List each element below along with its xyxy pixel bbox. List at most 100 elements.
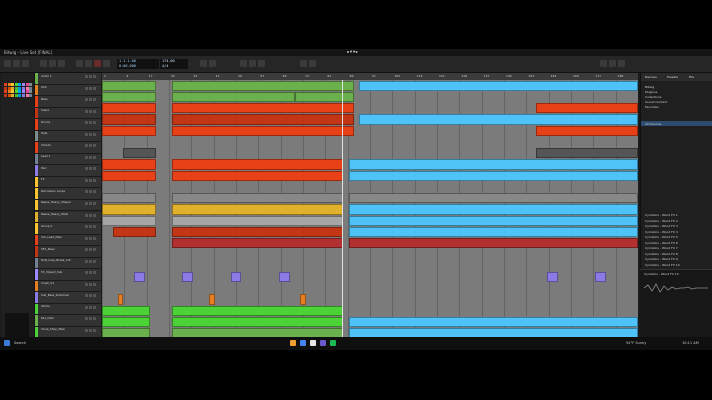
solo-button[interactable] (89, 201, 92, 205)
arm-button[interactable] (93, 144, 96, 148)
arrangement-clip[interactable] (348, 204, 638, 215)
solo-button[interactable] (89, 317, 92, 321)
tool-pencil-icon[interactable] (49, 60, 56, 67)
arrangement-clip[interactable] (171, 305, 344, 316)
arrangement-clip[interactable] (230, 271, 242, 282)
arrangement-clip[interactable] (171, 193, 344, 204)
arrangement-clip[interactable] (300, 294, 306, 305)
arrangement-clip[interactable] (118, 294, 124, 305)
stop-button[interactable] (85, 60, 92, 67)
mute-button[interactable] (85, 213, 88, 217)
arrangement-clip[interactable] (102, 316, 151, 327)
arrangement-area[interactable]: 1 9 17 25 33 41 49 57 65 73 81 89 97 105 113 121 129 137 1… (102, 73, 638, 350)
solo-button[interactable] (89, 328, 92, 332)
color-swatch[interactable] (29, 93, 33, 97)
arm-button[interactable] (93, 225, 96, 229)
mute-button[interactable] (85, 271, 88, 275)
track-header[interactable]: Kick (35, 84, 101, 97)
arm-button[interactable] (93, 190, 96, 194)
mute-button[interactable] (85, 282, 88, 286)
arm-button[interactable] (93, 259, 96, 263)
arrangement-clip[interactable] (102, 193, 156, 204)
tool-pointer-icon[interactable] (40, 60, 47, 67)
solo-button[interactable] (89, 144, 92, 148)
mute-button[interactable] (85, 167, 88, 171)
track-header[interactable]: SFX_Riser (35, 246, 101, 258)
color-swatch[interactable] (25, 86, 29, 90)
color-swatch[interactable] (14, 90, 18, 94)
mute-button[interactable] (85, 121, 88, 125)
color-swatch[interactable] (4, 90, 7, 94)
arm-button[interactable] (93, 236, 96, 240)
timeline-ruler[interactable]: 1 9 17 25 33 41 49 57 65 73 81 89 97 105 113 121 129 137 1… (102, 73, 638, 80)
solo-button[interactable] (89, 294, 92, 298)
arranger-view-icon[interactable] (240, 60, 247, 67)
solo-button[interactable] (89, 271, 92, 275)
arrangement-clip[interactable] (595, 271, 606, 282)
solo-button[interactable] (89, 109, 92, 113)
snap-icon[interactable] (300, 60, 307, 67)
arrangement-clip[interactable] (171, 316, 344, 327)
track-header[interactable]: DnB_Loop_Break_Cut (35, 257, 101, 270)
mute-button[interactable] (85, 86, 88, 90)
mute-button[interactable] (85, 317, 88, 321)
track-header[interactable]: Reese_Heavy_Wide (35, 211, 101, 224)
browser-result-item[interactable]: Cymatics - Wood FX 7 (645, 246, 678, 250)
track-header[interactable]: FX_Impact_Sub (35, 269, 101, 281)
arrangement-clip[interactable] (171, 91, 295, 102)
track-header[interactable]: Reese_Heavy_Shaper (35, 199, 101, 212)
solo-button[interactable] (89, 305, 92, 309)
color-swatch[interactable] (11, 86, 15, 90)
arrangement-clip[interactable] (171, 80, 354, 91)
arrangement-clip[interactable] (102, 305, 151, 316)
arrangement-clip[interactable] (209, 294, 215, 305)
redo-icon[interactable] (22, 60, 29, 67)
solo-button[interactable] (89, 190, 92, 194)
color-swatch[interactable] (22, 86, 25, 90)
arrangement-clip[interactable] (348, 193, 638, 204)
arrangement-clip[interactable] (102, 125, 156, 136)
mute-button[interactable] (85, 190, 88, 194)
arrangement-clip[interactable] (348, 215, 638, 226)
mute-button[interactable] (85, 236, 88, 240)
track-header[interactable]: Audio 1 (35, 73, 101, 85)
explorer-icon[interactable] (290, 340, 296, 346)
tool-eraser-icon[interactable] (58, 60, 65, 67)
solo-button[interactable] (89, 98, 92, 102)
play-button[interactable] (76, 60, 83, 67)
solo-button[interactable] (89, 236, 92, 240)
track-header[interactable]: Hats (35, 130, 101, 143)
arrangement-clip[interactable] (171, 114, 354, 125)
browser-source-item[interactable]: Sound Content (645, 100, 667, 104)
track-header[interactable]: Snare (35, 107, 101, 120)
solo-button[interactable] (89, 259, 92, 263)
color-swatch[interactable] (22, 83, 25, 86)
chrome-icon[interactable] (300, 340, 306, 346)
grid-icon[interactable] (309, 60, 316, 67)
mute-button[interactable] (85, 109, 88, 113)
browser-result-item[interactable]: Cymatics - Wood FX 2 (645, 219, 678, 223)
arrangement-clip[interactable] (359, 114, 638, 125)
arm-button[interactable] (93, 75, 96, 78)
solo-button[interactable] (89, 86, 92, 90)
arrangement-clip[interactable] (102, 80, 156, 91)
color-swatch[interactable] (7, 86, 11, 90)
browser-tab[interactable]: Presets (667, 75, 678, 79)
solo-button[interactable] (89, 167, 92, 171)
arm-button[interactable] (93, 213, 96, 217)
browser-result-item[interactable]: Cymatics - Wood FX 10 (645, 263, 680, 267)
arrangement-clip[interactable] (112, 226, 156, 237)
track-header[interactable]: Lead 1 (35, 153, 101, 166)
arm-button[interactable] (93, 109, 96, 113)
arrangement-clip[interactable] (102, 215, 156, 226)
track-header[interactable]: Vox_Lead_Main (35, 234, 101, 247)
track-header[interactable]: Atmos (35, 303, 101, 316)
color-swatch[interactable] (7, 83, 11, 86)
mute-button[interactable] (85, 178, 88, 182)
color-swatch[interactable] (22, 93, 25, 97)
browser-source-item[interactable]: Favorites (645, 105, 659, 109)
mute-button[interactable] (85, 132, 88, 136)
arrangement-clip[interactable] (123, 148, 156, 159)
undo-icon[interactable] (13, 60, 20, 67)
browser-result-item[interactable]: Cymatics - Wood FX 9 (645, 257, 678, 261)
